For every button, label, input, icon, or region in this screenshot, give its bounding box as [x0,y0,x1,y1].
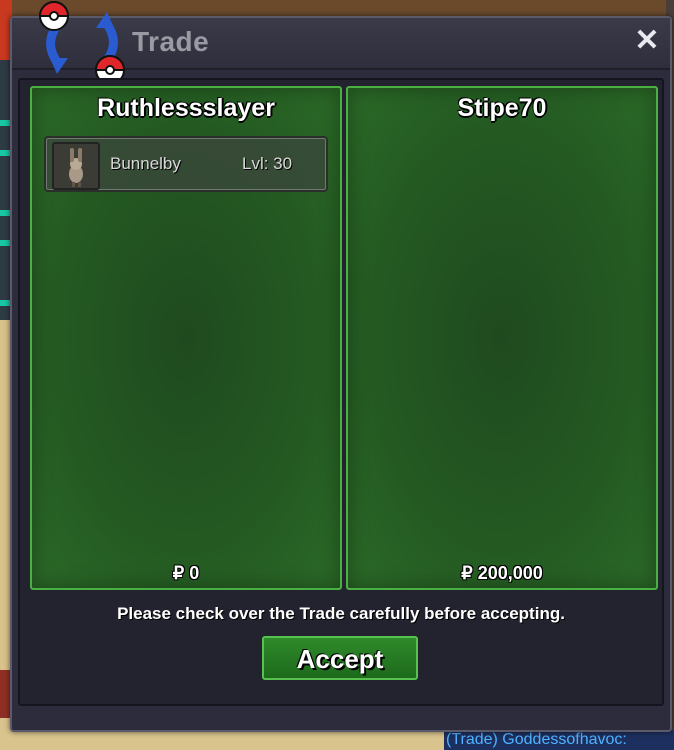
money-left: ₽ 0 [172,563,200,583]
accept-button[interactable]: Accept [262,636,418,680]
money-right: ₽ 200,000 [461,563,543,583]
trade-pokeballs-icon [38,1,126,85]
pokemon-name: Bunnelby [110,154,181,173]
offer-panel-left: Ruthlessslayer Bunnelby Lvl: 30 ₽ 0 [30,86,342,590]
pokemon-level: Lvl: 30 [242,154,293,173]
trade-window: Trade ✕ Ruthlessslayer Bunnelby Lvl: 30 … [10,1,672,732]
offered-pokemon-item[interactable]: Bunnelby Lvl: 30 [44,136,328,192]
trade-notice: Please check over the Trade carefully be… [117,604,565,623]
player-name-right: Stipe70 [457,94,547,122]
player-name-left: Ruthlessslayer [97,94,275,122]
trade-body: Ruthlessslayer Bunnelby Lvl: 30 ₽ 0 Stip… [18,78,664,706]
window-title: Trade [132,26,210,57]
offer-panel-right: Stipe70 ₽ 200,000 [346,86,658,590]
close-button[interactable]: ✕ [632,26,662,56]
bunnelby-sprite-icon [52,142,100,190]
chat-line: (Trade) Goddessofhavoc: [444,730,674,750]
